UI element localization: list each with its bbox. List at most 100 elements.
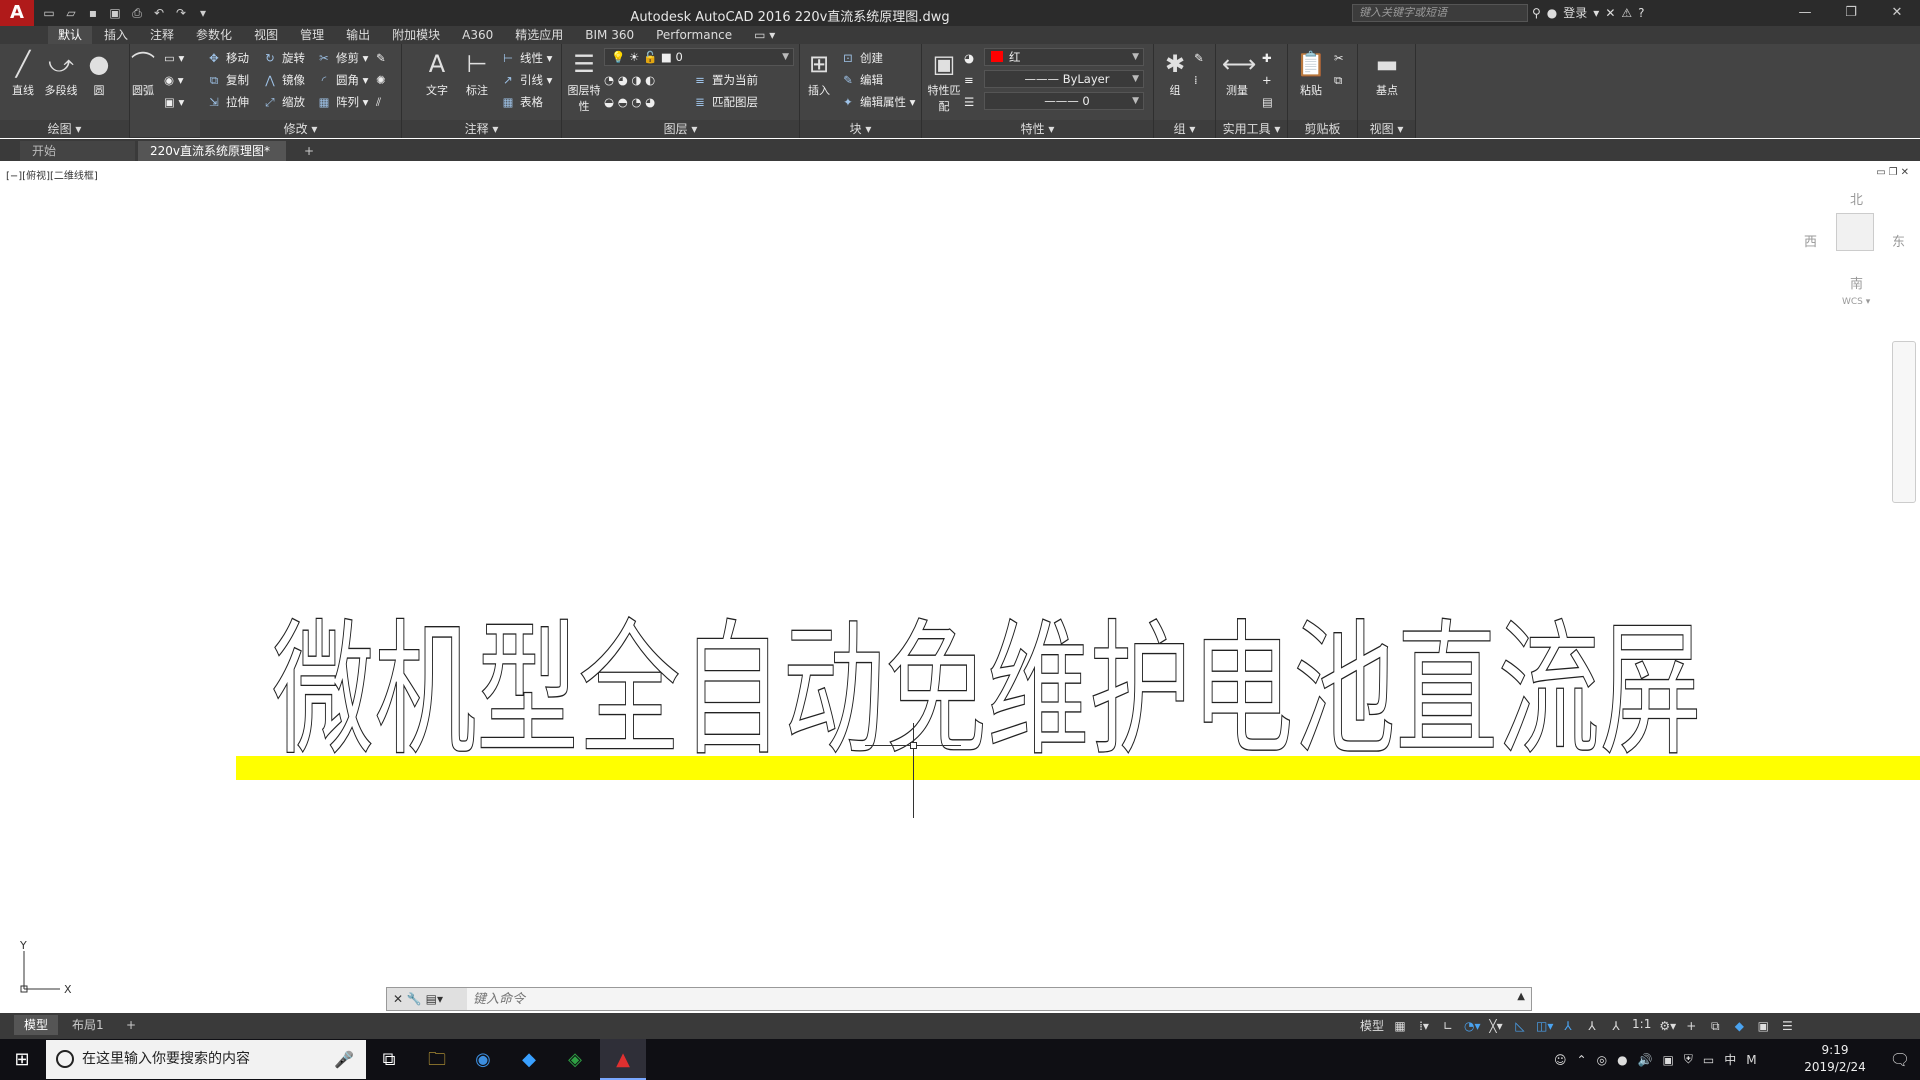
polar-icon[interactable]: ◔▾: [1464, 1017, 1481, 1035]
color-wheel-icon[interactable]: ◕: [964, 48, 974, 68]
copy-button[interactable]: ⧉ 复制: [206, 70, 249, 90]
paste-button[interactable]: 📋 粘贴: [1292, 48, 1330, 98]
erase-icon[interactable]: ✎: [376, 48, 386, 68]
snap-icon[interactable]: ⁞▾: [1416, 1017, 1432, 1035]
user-icon[interactable]: ●: [1547, 6, 1557, 20]
autocad-taskbar-icon[interactable]: ▲: [600, 1039, 646, 1080]
layer-tools-row1[interactable]: ◔ ◕ ◑ ◐: [604, 70, 655, 90]
group-button[interactable]: ✱ 组: [1156, 48, 1194, 98]
command-history-icon[interactable]: ▤▾: [426, 992, 443, 1006]
array-button[interactable]: ▦ 阵列 ▾: [316, 92, 369, 112]
isolate-icon[interactable]: ⧉: [1707, 1017, 1723, 1035]
close-icon[interactable]: ✕: [1874, 0, 1920, 26]
restore-icon[interactable]: ❐: [1828, 0, 1874, 26]
close-icon[interactable]: ✕: [393, 992, 403, 1006]
trim-button[interactable]: ✂ 修剪 ▾: [316, 48, 368, 68]
dimension-button[interactable]: ⊢ 标注: [458, 48, 496, 98]
point-icon[interactable]: +: [1262, 70, 1272, 90]
customize-icon[interactable]: ☰: [1779, 1017, 1795, 1035]
ortho-icon[interactable]: ∟: [1440, 1017, 1456, 1035]
search-input[interactable]: 键入关键字或短语: [1352, 4, 1528, 22]
annotation-scale-value[interactable]: 1:1: [1632, 1017, 1651, 1035]
ribbon-tab-default[interactable]: 默认: [48, 26, 93, 44]
draw-panel-title[interactable]: 绘图 ▾: [0, 120, 129, 138]
text-button[interactable]: A 文字: [418, 48, 456, 98]
lineweight-dropdown[interactable]: ——— 0 ▼: [984, 92, 1144, 110]
minimize-icon[interactable]: —: [1782, 0, 1828, 26]
quick-select-icon[interactable]: ✚: [1262, 48, 1272, 68]
taskbar-search[interactable]: 在这里输入你要搜索的内容 🎤: [46, 1040, 366, 1079]
rotate-button[interactable]: ↻ 旋转: [262, 48, 305, 68]
tray-expand-icon[interactable]: ⌃: [1577, 1053, 1587, 1067]
edit-block-button[interactable]: ✎ 编辑: [840, 70, 883, 90]
new-tab-button[interactable]: +: [292, 141, 326, 161]
add-layout-button[interactable]: +: [116, 1015, 146, 1035]
block-panel-title[interactable]: 块 ▾: [800, 120, 921, 138]
model-tab[interactable]: 模型: [14, 1015, 58, 1035]
osnap-icon[interactable]: ◺: [1512, 1017, 1528, 1035]
tray-app-icon[interactable]: ◎: [1597, 1053, 1607, 1067]
offset-icon[interactable]: ⫽: [376, 92, 381, 112]
microphone-icon[interactable]: 🎤: [334, 1040, 354, 1079]
command-expand-icon[interactable]: ▲: [1517, 991, 1525, 1002]
group-edit-icon[interactable]: ⁞: [1194, 70, 1198, 90]
model-space-button[interactable]: 模型: [1360, 1017, 1384, 1035]
ribbon-tab-addins[interactable]: 附加模块: [382, 26, 450, 44]
measure-button[interactable]: ⟷ 测量: [1218, 48, 1256, 98]
ribbon-tab-featured-apps[interactable]: 精选应用: [505, 26, 573, 44]
tray-app3-icon[interactable]: ▣: [1663, 1053, 1674, 1067]
ribbon-tab-a360[interactable]: A360: [452, 26, 503, 44]
isodraft-icon[interactable]: ╳▾: [1488, 1017, 1504, 1035]
network-icon[interactable]: ▭: [1703, 1053, 1714, 1067]
clean-screen-icon[interactable]: ▣: [1755, 1017, 1771, 1035]
ribbon-tab-bim360[interactable]: BIM 360: [575, 26, 644, 44]
calculator-icon[interactable]: ▤: [1262, 92, 1273, 112]
linear-button[interactable]: ⊢ 线性 ▾: [500, 48, 552, 68]
tray-app2-icon[interactable]: ●: [1617, 1053, 1627, 1067]
file-explorer-icon[interactable]: 🗀: [414, 1039, 460, 1080]
stretch-button[interactable]: ⇲ 拉伸: [206, 92, 249, 112]
ungroup-icon[interactable]: ✎: [1194, 48, 1204, 68]
ribbon-tab-performance[interactable]: Performance: [646, 26, 742, 44]
login-button[interactable]: 登录: [1563, 4, 1587, 21]
groups-panel-title[interactable]: 组 ▾: [1154, 120, 1215, 138]
annotation-panel-title[interactable]: 注释 ▾: [402, 120, 561, 138]
linetype-icon[interactable]: ≡: [964, 70, 974, 90]
view-panel-title[interactable]: 视图 ▾: [1358, 120, 1415, 138]
color-dropdown[interactable]: 红 ▼: [984, 48, 1144, 66]
properties-panel-title[interactable]: 特性 ▾: [922, 120, 1153, 138]
lineweight-icon[interactable]: ☰: [964, 92, 974, 112]
set-current-button[interactable]: ≡ 置为当前: [692, 70, 758, 90]
line-button[interactable]: ╱ 直线: [4, 48, 42, 98]
clipboard-panel-title[interactable]: 剪贴板: [1288, 120, 1357, 138]
move-button[interactable]: ✥ 移动: [206, 48, 249, 68]
layers-panel-title[interactable]: 图层 ▾: [562, 120, 799, 138]
annotation-visibility-icon[interactable]: ⅄: [1560, 1017, 1576, 1035]
a360-icon[interactable]: ⚠: [1621, 6, 1632, 20]
tab-drawing-file[interactable]: 220v直流系统原理图* ✕: [138, 141, 286, 178]
plus-icon[interactable]: +: [1683, 1017, 1699, 1035]
layer-properties-button[interactable]: ☰ 图层特性: [564, 48, 604, 114]
exchange-icon[interactable]: ✕: [1605, 6, 1615, 20]
fillet-button[interactable]: ◜ 圆角 ▾: [316, 70, 369, 90]
hardware-acceleration-icon[interactable]: ◆: [1731, 1017, 1747, 1035]
edit-attributes-button[interactable]: ✦ 编辑属性 ▾: [840, 92, 915, 112]
explode-icon[interactable]: ✺: [376, 70, 386, 90]
people-icon[interactable]: ☺: [1554, 1053, 1567, 1067]
drawing-title-text[interactable]: 微机型全自动免维护电池直流屏: [271, 605, 1702, 776]
linetype-dropdown[interactable]: ——— ByLayer ▼: [984, 70, 1144, 88]
insert-block-button[interactable]: ⊞ 插入: [800, 48, 838, 98]
base-view-button[interactable]: ▬ 基点: [1368, 48, 1406, 98]
login-dropdown-icon[interactable]: ▾: [1593, 6, 1599, 20]
create-block-button[interactable]: ⊡ 创建: [840, 48, 883, 68]
volume-icon[interactable]: 🔊: [1638, 1053, 1653, 1067]
input-method-icon[interactable]: M: [1746, 1053, 1756, 1067]
modify-panel-title[interactable]: 修改 ▾: [200, 120, 401, 138]
match-properties-button[interactable]: ▣ 特性匹配: [926, 48, 962, 114]
ribbon-tab-insert[interactable]: 插入: [94, 26, 138, 44]
mirror-button[interactable]: ⋀ 镜像: [262, 70, 305, 90]
circle-button[interactable]: ● 圆: [80, 48, 118, 98]
help-icon[interactable]: ?: [1638, 6, 1644, 20]
ribbon-toggle-icon[interactable]: ▭ ▾: [744, 26, 785, 44]
table-button[interactable]: ▦ 表格: [500, 92, 543, 112]
